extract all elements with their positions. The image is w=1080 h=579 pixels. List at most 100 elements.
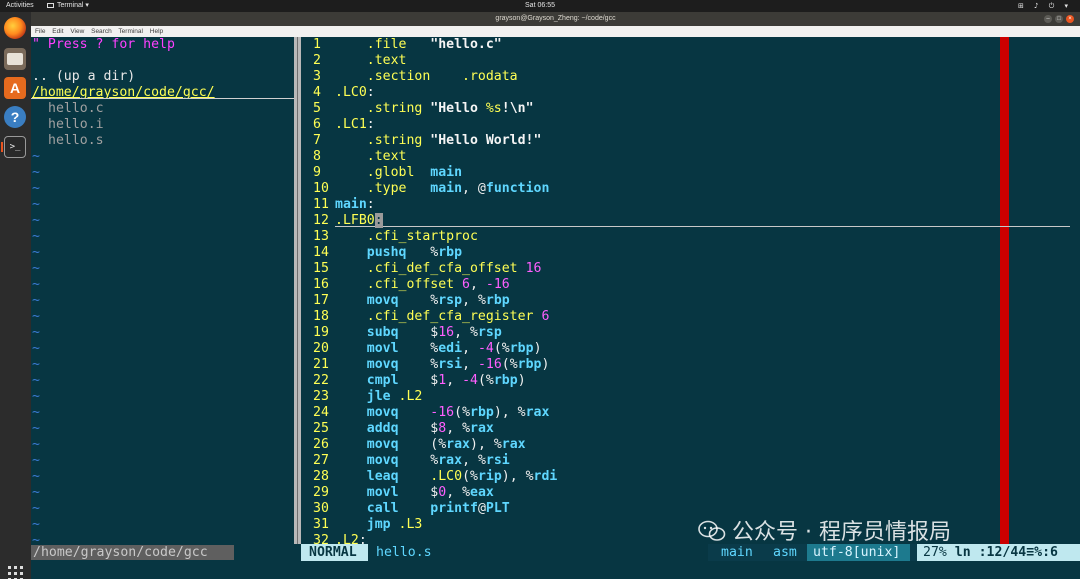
firefox-icon[interactable]	[4, 17, 26, 39]
code-line[interactable]: .type main, @function	[335, 181, 550, 197]
code-line[interactable]: movq %rsp, %rbp	[335, 293, 510, 309]
code-line[interactable]: movq -16(%rbp), %rax	[335, 405, 550, 421]
code-line[interactable]: .file "hello.c"	[335, 37, 502, 53]
empty-line-marker: ~	[32, 469, 40, 484]
code-line[interactable]: .globl main	[335, 165, 462, 181]
code-token: jmp	[335, 517, 391, 532]
code-token: .file	[335, 37, 431, 52]
line-number: 19	[313, 325, 329, 340]
code-token: @	[477, 501, 486, 516]
empty-line-marker: ~	[32, 437, 40, 452]
code-line[interactable]: .text	[335, 53, 407, 69]
code-token: )	[533, 341, 542, 356]
minimize-button[interactable]: –	[1044, 15, 1052, 23]
code-token: :	[366, 117, 375, 132]
code-token: main	[430, 181, 463, 196]
close-button[interactable]: ×	[1066, 15, 1074, 23]
code-token: ), %	[493, 405, 526, 420]
code-line[interactable]: call printf@PLT	[335, 501, 510, 517]
code-token: leaq	[335, 469, 399, 484]
code-line[interactable]: pushq %rbp	[335, 245, 462, 261]
window-titlebar[interactable]: grayson@Grayson_Zheng: ~/code/gcc – □ ×	[31, 12, 1080, 26]
empty-line-marker: ~	[32, 485, 40, 500]
code-line[interactable]: cmpl $1, -4(%rbp)	[335, 373, 526, 389]
code-line[interactable]: .cfi_def_cfa_register 6	[335, 309, 550, 325]
code-line[interactable]: .cfi_def_cfa_offset 16	[335, 261, 542, 277]
code-token: movl	[335, 485, 399, 500]
help-icon[interactable]: ?	[4, 106, 26, 128]
code-token: -4	[477, 341, 494, 356]
menu-help[interactable]: Help	[150, 28, 163, 35]
software-center-icon[interactable]: A	[4, 77, 26, 99]
code-token: .string	[335, 133, 431, 148]
line-number: 28	[313, 469, 329, 484]
empty-line-marker: ~	[32, 261, 40, 276]
code-line[interactable]: movq %rsi, -16(%rbp)	[335, 357, 550, 373]
code-line[interactable]: main:	[335, 197, 375, 213]
code-line[interactable]: jle .L2	[335, 389, 423, 405]
terminal-icon[interactable]: >_	[4, 136, 26, 158]
file-item-hello-s[interactable]: hello.s	[48, 133, 104, 149]
menu-edit[interactable]: Edit	[52, 28, 63, 35]
code-line[interactable]: .text	[335, 149, 407, 165]
code-token: rdi	[533, 469, 558, 484]
code-token: PLT	[485, 501, 510, 516]
code-token: .LC1	[335, 117, 367, 132]
code-line[interactable]: .section .rodata	[335, 69, 518, 85]
code-line[interactable]: .LC1:	[335, 117, 375, 133]
code-line[interactable]: .LFB0:	[335, 213, 383, 229]
code-token: $	[398, 373, 439, 388]
editor-pane[interactable]: 1 .file "hello.c" 2 .text 3 .section .roda…	[301, 37, 1080, 548]
code-line[interactable]: movq (%rax), %rax	[335, 437, 526, 453]
code-token: main	[430, 165, 463, 180]
empty-line-marker: ~	[32, 389, 40, 404]
empty-line-marker: ~	[32, 453, 40, 468]
window-split-separator[interactable]	[294, 37, 301, 544]
mode-indicator: NORMAL	[301, 544, 368, 561]
file-explorer-pane[interactable]: " Press ? for help .. (up a dir) /home/g…	[31, 37, 294, 548]
code-line[interactable]: addq $8, %rax	[335, 421, 494, 437]
code-token: %	[398, 453, 439, 468]
code-line[interactable]: .LC0:	[335, 85, 375, 101]
code-token: rax	[501, 437, 526, 452]
window-title: grayson@Grayson_Zheng: ~/code/gcc	[495, 15, 616, 22]
code-token: %	[398, 357, 439, 372]
netrw-up-dir[interactable]: .. (up a dir)	[32, 69, 135, 85]
code-token: , %	[446, 485, 471, 500]
code-line[interactable]: movq %rax, %rsi	[335, 453, 510, 469]
menu-file[interactable]: File	[35, 28, 45, 35]
file-item-hello-c[interactable]: hello.c	[48, 101, 104, 117]
code-token: $	[398, 325, 439, 340]
code-token: 16	[438, 325, 455, 340]
code-line[interactable]: leaq .LC0(%rip), %rdi	[335, 469, 558, 485]
file-item-hello-i[interactable]: hello.i	[48, 117, 104, 133]
code-line[interactable]: jmp .L3	[335, 517, 423, 533]
files-icon[interactable]	[4, 48, 26, 70]
maximize-button[interactable]: □	[1055, 15, 1063, 23]
empty-line-marker: ~	[32, 357, 40, 372]
empty-line-marker: ~	[32, 165, 40, 180]
code-line[interactable]: movl $0, %eax	[335, 485, 494, 501]
code-line[interactable]: .cfi_startproc	[335, 229, 478, 245]
code-token: (%	[501, 357, 518, 372]
color-column	[1000, 37, 1009, 544]
code-token: (%	[493, 341, 510, 356]
line-number: 5	[313, 101, 321, 116]
code-line[interactable]: movl %edi, -4(%rbp)	[335, 341, 542, 357]
menu-terminal[interactable]: Terminal	[118, 28, 143, 35]
system-tray[interactable]: ⊞ ♪ ⏻ ▾	[1018, 0, 1072, 12]
code-line[interactable]: .cfi_offset 6, -16	[335, 277, 510, 293]
show-applications-icon[interactable]	[8, 566, 23, 579]
clock[interactable]: Sat 06:55	[0, 0, 1080, 12]
menu-search[interactable]: Search	[91, 28, 112, 35]
code-line[interactable]: subq $16, %rsp	[335, 325, 502, 341]
code-line[interactable]: .string "Hello %s!\n"	[335, 101, 534, 117]
line-number: 29	[313, 485, 329, 500]
code-token: %s	[485, 101, 502, 116]
code-line[interactable]: .string "Hello World!"	[335, 133, 542, 149]
menu-view[interactable]: View	[70, 28, 84, 35]
empty-line-marker: ~	[32, 325, 40, 340]
code-token: movq	[335, 453, 399, 468]
terminal-content[interactable]: " Press ? for help .. (up a dir) /home/g…	[31, 37, 1080, 579]
